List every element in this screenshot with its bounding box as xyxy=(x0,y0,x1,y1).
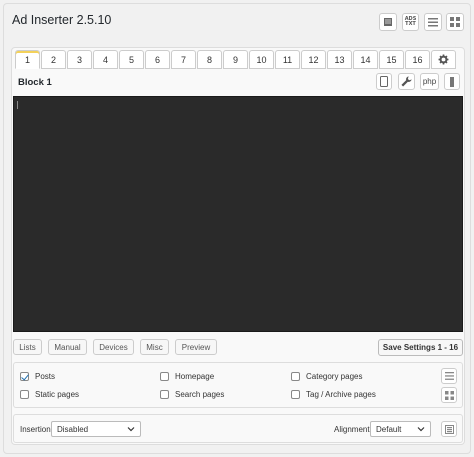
posts-label: Posts xyxy=(35,372,56,381)
alignment-label: Alignment xyxy=(334,425,370,434)
insertion-value: Disabled xyxy=(57,424,89,434)
tab-1[interactable]: 1 xyxy=(15,50,40,69)
alignment-value: Default xyxy=(376,424,402,434)
alignment-select[interactable]: Default xyxy=(370,421,431,437)
block-tabs: 1 2 3 4 5 6 7 8 9 10 11 12 13 14 15 16 xyxy=(15,50,457,69)
block-title: Block 1 xyxy=(18,77,52,88)
static-pages-label: Static pages xyxy=(35,390,80,399)
tab-10[interactable]: 10 xyxy=(249,50,274,69)
search-pages-option[interactable]: Search pages xyxy=(160,390,224,399)
tab-5[interactable]: 5 xyxy=(119,50,144,69)
tab-16[interactable]: 16 xyxy=(405,50,430,69)
tag-archive-pages-option[interactable]: Tag / Archive pages xyxy=(291,390,376,399)
book-button[interactable] xyxy=(379,13,397,31)
grid-icon xyxy=(450,17,460,27)
insertion-label: Insertion xyxy=(20,425,51,434)
list-view-button[interactable] xyxy=(424,13,442,31)
save-settings-button[interactable]: Save Settings 1 - 16 xyxy=(378,339,463,356)
tablet-icon xyxy=(380,76,388,87)
book-icon xyxy=(384,18,392,26)
ads-txt-icon: ADS TXT xyxy=(404,16,417,27)
chevron-down-icon xyxy=(417,427,425,432)
manual-button[interactable]: Manual xyxy=(48,339,87,355)
php-button[interactable]: php xyxy=(420,73,439,90)
device-button[interactable] xyxy=(376,73,392,90)
editor-cursor xyxy=(17,101,18,109)
page-types-panel: Posts Homepage Category pages Static pag… xyxy=(13,362,463,408)
preview-button[interactable]: Preview xyxy=(175,339,217,355)
ads-txt-button[interactable]: ADS TXT xyxy=(402,13,419,31)
list-icon xyxy=(428,17,438,26)
tag-archive-pages-checkbox[interactable] xyxy=(291,390,300,399)
alignment-preview-button[interactable] xyxy=(441,421,457,437)
insertion-select[interactable]: Disabled xyxy=(51,421,141,437)
category-pages-label: Category pages xyxy=(306,372,363,381)
insertion-panel: Insertion Disabled Alignment Default xyxy=(13,414,463,443)
header: Ad Inserter 2.5.10 xyxy=(12,13,111,27)
wrench-icon xyxy=(401,76,412,87)
tag-archive-pages-label: Tag / Archive pages xyxy=(306,390,376,399)
devices-button[interactable]: Devices xyxy=(93,339,134,355)
tab-4[interactable]: 4 xyxy=(93,50,118,69)
tab-9[interactable]: 9 xyxy=(223,50,248,69)
category-pages-checkbox[interactable] xyxy=(291,372,300,381)
pause-button[interactable] xyxy=(444,73,460,90)
tools-button[interactable] xyxy=(398,73,415,90)
tab-3[interactable]: 3 xyxy=(67,50,92,69)
static-pages-option[interactable]: Static pages xyxy=(20,390,79,399)
homepage-checkbox[interactable] xyxy=(160,372,169,381)
homepage-label: Homepage xyxy=(175,372,215,381)
search-pages-checkbox[interactable] xyxy=(160,390,169,399)
posts-option[interactable]: Posts xyxy=(20,372,55,381)
tab-2[interactable]: 2 xyxy=(41,50,66,69)
grid-settings-button[interactable] xyxy=(441,387,457,403)
gear-icon xyxy=(438,54,449,65)
tab-8[interactable]: 8 xyxy=(197,50,222,69)
homepage-option[interactable]: Homepage xyxy=(160,372,214,381)
grid-icon xyxy=(444,390,454,400)
static-pages-checkbox[interactable] xyxy=(20,390,29,399)
grid-view-button[interactable] xyxy=(446,13,464,31)
tab-11[interactable]: 11 xyxy=(275,50,300,69)
code-editor[interactable] xyxy=(13,96,463,332)
tab-13[interactable]: 13 xyxy=(327,50,352,69)
lists-button[interactable]: Lists xyxy=(13,339,42,355)
misc-button[interactable]: Misc xyxy=(140,339,169,355)
list-icon xyxy=(444,372,454,380)
tab-14[interactable]: 14 xyxy=(353,50,378,69)
chevron-down-icon xyxy=(127,427,135,432)
tab-15[interactable]: 15 xyxy=(379,50,404,69)
search-pages-label: Search pages xyxy=(175,390,225,399)
preview-icon xyxy=(444,424,454,434)
tab-12[interactable]: 12 xyxy=(301,50,326,69)
category-pages-option[interactable]: Category pages xyxy=(291,372,362,381)
tab-settings[interactable] xyxy=(431,50,456,69)
list-settings-button[interactable] xyxy=(441,368,457,384)
tab-7[interactable]: 7 xyxy=(171,50,196,69)
page-title: Ad Inserter 2.5.10 xyxy=(12,13,112,27)
tab-6[interactable]: 6 xyxy=(145,50,170,69)
posts-checkbox[interactable] xyxy=(20,372,29,381)
pause-icon xyxy=(450,76,454,87)
